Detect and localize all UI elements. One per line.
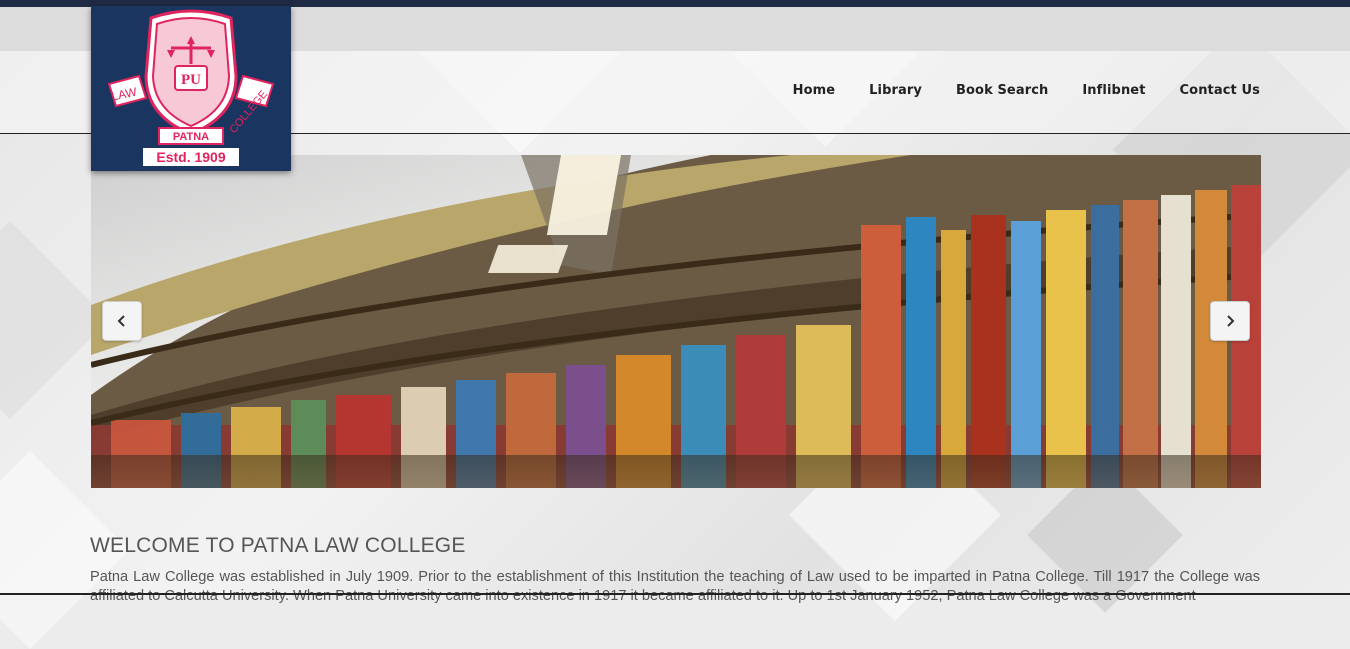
- ribbon-mid-text: PATNA: [173, 131, 209, 143]
- main-nav: Home Library Book Search Inflibnet Conta…: [793, 83, 1260, 98]
- carousel-next-button[interactable]: [1210, 301, 1250, 341]
- welcome-heading: WELCOME TO PATNA LAW COLLEGE: [90, 534, 466, 557]
- seal-letters: PU: [181, 72, 201, 88]
- hero-carousel: [91, 155, 1261, 488]
- nav-inflibnet[interactable]: Inflibnet: [1082, 83, 1145, 98]
- estd-label: Estd. 1909: [156, 149, 225, 165]
- nav-library[interactable]: Library: [869, 83, 922, 98]
- intro-paragraph: Patna Law College was established in Jul…: [90, 569, 1260, 604]
- library-bookshelf-image: [91, 155, 1261, 488]
- nav-book-search[interactable]: Book Search: [956, 83, 1048, 98]
- nav-contact-us[interactable]: Contact Us: [1180, 83, 1260, 98]
- carousel-prev-button[interactable]: [102, 301, 142, 341]
- college-logo[interactable]: PU LAW PATNA COLLEGE Estd. 1909: [91, 6, 291, 171]
- law-college-crest-icon: PU LAW PATNA COLLEGE Estd. 1909: [107, 9, 275, 166]
- chevron-left-icon: [117, 315, 125, 327]
- chevron-right-icon: [1227, 315, 1235, 327]
- nav-home[interactable]: Home: [793, 83, 836, 98]
